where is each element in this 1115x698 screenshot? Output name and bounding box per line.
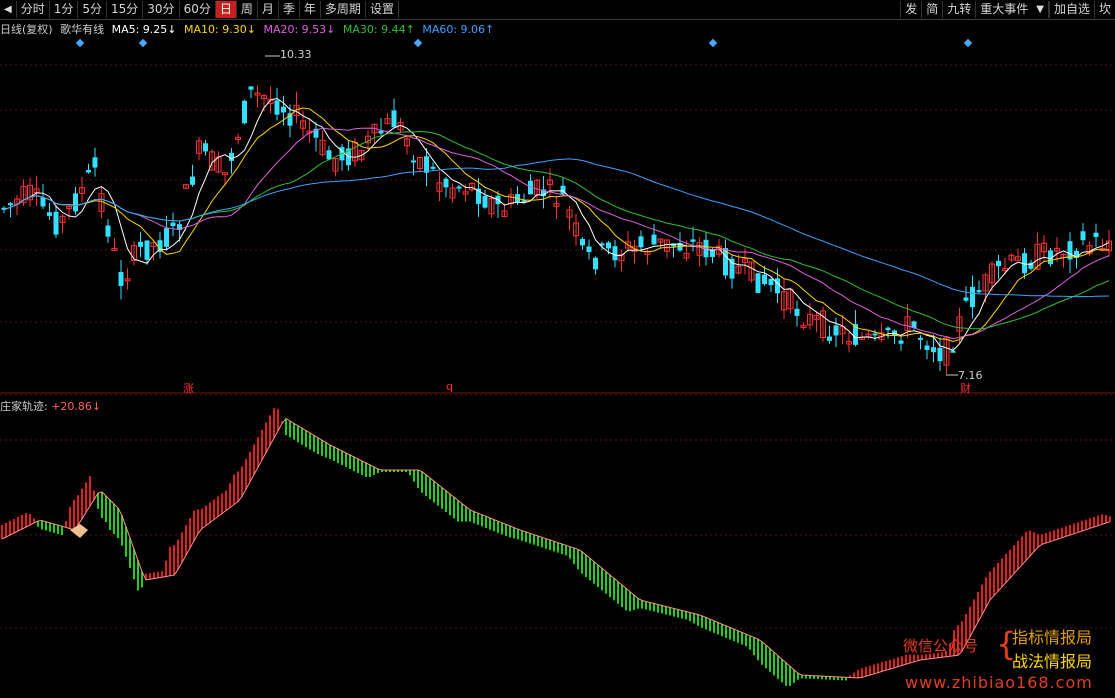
candle-body <box>1080 231 1086 241</box>
candle-body <box>138 241 143 247</box>
candle-body <box>651 234 657 245</box>
candle-body <box>430 166 436 169</box>
event-marker-zhang: 涨 <box>183 382 194 395</box>
indicator-value: +20.86↓ <box>51 400 102 413</box>
high-price-label: 10.33 <box>280 48 312 61</box>
candle-body <box>593 257 598 270</box>
signal-marker-icon <box>70 524 88 538</box>
candle-body <box>8 203 13 206</box>
candle-body <box>92 157 98 168</box>
ma5-line <box>3 97 1110 351</box>
candle-body <box>411 160 416 163</box>
candle-body <box>768 278 774 286</box>
candle-body <box>53 211 59 235</box>
candle-body <box>612 246 618 261</box>
candle-body <box>976 290 982 293</box>
event-marker-cai: 财 <box>960 382 971 395</box>
candle-body <box>105 225 111 237</box>
candle-body <box>996 260 1001 267</box>
candle-body <box>164 228 169 247</box>
candle-body <box>762 274 767 285</box>
kline-chart[interactable] <box>0 0 1115 698</box>
candle-body <box>203 143 208 152</box>
candle-body <box>586 246 592 253</box>
candle-body <box>950 350 956 353</box>
candle-body <box>190 176 195 185</box>
candle-body <box>170 222 176 227</box>
indicator-name: 庄家轨迹: <box>0 400 48 413</box>
candle-body <box>729 258 735 279</box>
candle-body <box>898 340 904 344</box>
candle-body <box>931 347 936 353</box>
candle-body <box>40 197 46 207</box>
candle-body <box>924 345 930 350</box>
candle-body <box>326 150 332 160</box>
candle-body <box>1093 232 1099 238</box>
candle-body <box>47 212 52 216</box>
candle-body <box>690 239 696 242</box>
candle-body <box>755 273 761 293</box>
candle-body <box>456 186 462 189</box>
candle-body <box>580 238 585 246</box>
candle-body <box>606 242 611 249</box>
candle-body <box>937 347 943 362</box>
watermark-right2: 战法情报局 <box>1012 652 1093 671</box>
candle-body <box>775 278 780 294</box>
candle-body <box>963 297 969 301</box>
event-diamond-icon[interactable] <box>75 38 85 48</box>
candle-body <box>482 196 488 208</box>
candle-body <box>918 337 923 340</box>
event-marker-q: q <box>446 380 453 393</box>
candle-body <box>86 170 91 173</box>
candle-body <box>970 286 975 308</box>
candle-body <box>144 240 150 260</box>
watermark-right1: 指标情报局 <box>1012 628 1093 647</box>
candle-body <box>885 327 891 331</box>
candle-body <box>118 272 124 286</box>
candle-body <box>229 152 234 161</box>
event-diamond-icon[interactable] <box>963 38 973 48</box>
candle-body <box>391 110 397 128</box>
ma30-line <box>3 130 1110 330</box>
ma10-line <box>3 107 1110 343</box>
event-diamond-icon[interactable] <box>413 38 423 48</box>
indicator-legend: 庄家轨迹: +20.86↓ <box>0 398 101 414</box>
candle-body <box>274 100 280 115</box>
candle-body <box>242 100 247 124</box>
candle-body <box>794 308 800 316</box>
candle-body <box>248 86 254 90</box>
watermark-url: www.zhibiao168.com <box>905 673 1093 692</box>
candle-body <box>443 178 449 188</box>
event-diamond-icon[interactable] <box>138 38 148 48</box>
candle-body <box>378 130 384 134</box>
event-diamond-icon[interactable] <box>708 38 718 48</box>
candle-body <box>827 336 832 341</box>
candle-body <box>638 236 644 248</box>
candle-body <box>424 156 429 173</box>
candle-body <box>833 325 839 336</box>
watermark-wechat: 微信公众号 <box>903 637 979 655</box>
candle-body <box>281 106 286 113</box>
candle-body <box>872 333 878 336</box>
candle-body <box>73 193 78 212</box>
